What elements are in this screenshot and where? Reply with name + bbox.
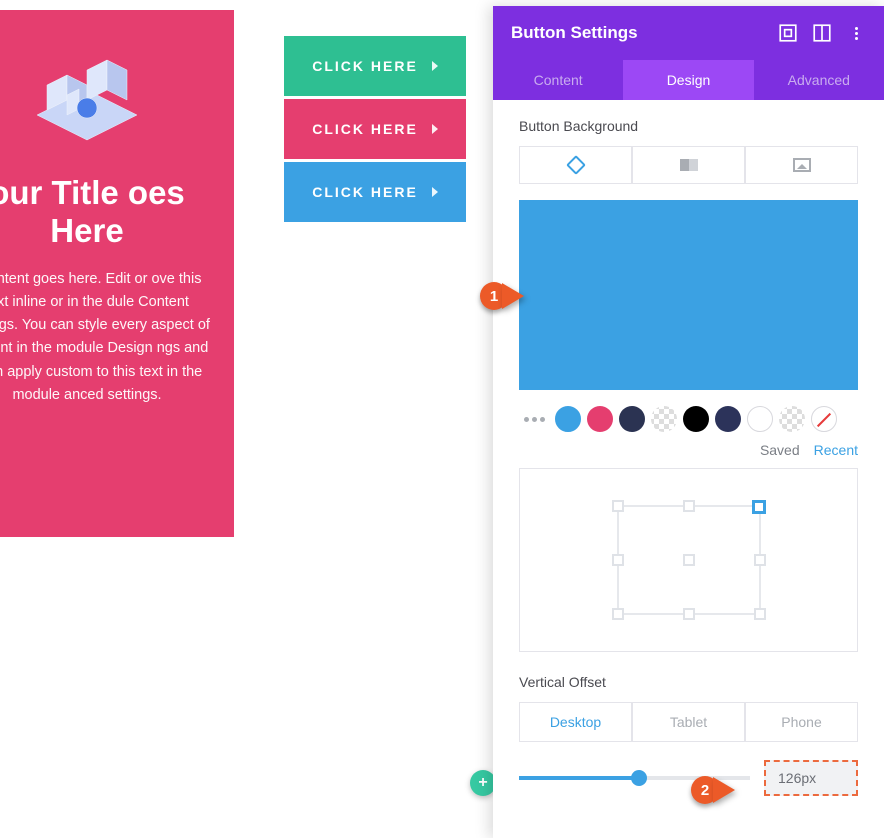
origin-bot-right[interactable] [754, 608, 766, 620]
panel-title: Button Settings [511, 23, 764, 43]
settings-panel: Button Settings Content Design Advanced … [493, 6, 884, 838]
resp-tablet[interactable]: Tablet [632, 702, 745, 742]
transform-origin-picker [519, 468, 858, 652]
palette-saved[interactable]: Saved [760, 442, 800, 458]
origin-top-center[interactable] [683, 500, 695, 512]
panel-header: Button Settings [493, 6, 884, 60]
tab-advanced[interactable]: Advanced [754, 60, 884, 100]
callout-arrow-icon [502, 283, 524, 309]
offset-value-text: 126px [778, 770, 816, 786]
origin-top-left[interactable] [612, 500, 624, 512]
cta-button-3[interactable]: CLICK HERE [284, 162, 466, 222]
feature-card: our Title oes Here r content goes here. … [0, 10, 234, 537]
callout-1: 1 [480, 282, 508, 310]
offset-value-input[interactable]: 126px [764, 760, 858, 796]
isometric-city-icon [17, 50, 157, 150]
card-body: r content goes here. Edit or ove this te… [0, 268, 210, 407]
origin-mid-right[interactable] [754, 554, 766, 566]
swatch-none[interactable] [811, 406, 837, 432]
panel-body: Button Background Saved Recent [493, 100, 884, 814]
callout-arrow-icon [713, 777, 735, 803]
swatch-transparent-1[interactable] [651, 406, 677, 432]
fill-icon [566, 155, 586, 175]
origin-top-right-selected[interactable] [752, 500, 766, 514]
more-options-icon[interactable] [846, 23, 866, 43]
resp-phone[interactable]: Phone [745, 702, 858, 742]
background-type-tabs [519, 146, 858, 184]
swatch-transparent-2[interactable] [779, 406, 805, 432]
more-palettes-icon[interactable] [519, 417, 549, 422]
page-canvas: our Title oes Here r content goes here. … [0, 0, 493, 838]
origin-mid-left[interactable] [612, 554, 624, 566]
bg-image-tab[interactable] [745, 146, 858, 184]
slider-fill [519, 776, 639, 780]
tab-design[interactable]: Design [623, 60, 753, 100]
swatch-navy[interactable] [619, 406, 645, 432]
origin-rect [617, 505, 761, 615]
responsive-tabs: Desktop Tablet Phone [519, 702, 858, 742]
palette-toggle: Saved Recent [519, 442, 858, 458]
resp-desktop[interactable]: Desktop [519, 702, 632, 742]
swatch-pink[interactable] [587, 406, 613, 432]
bg-gradient-tab[interactable] [632, 146, 745, 184]
card-title: our Title oes Here [0, 174, 210, 250]
tab-content[interactable]: Content [493, 60, 623, 100]
image-icon [793, 158, 811, 172]
swatch-blue[interactable] [555, 406, 581, 432]
vertical-offset-label: Vertical Offset [519, 674, 858, 690]
origin-mid-center[interactable] [683, 554, 695, 566]
expand-icon[interactable] [778, 23, 798, 43]
cta-button-1[interactable]: CLICK HERE [284, 36, 466, 96]
chevron-right-icon [432, 124, 438, 134]
offset-slider-row: 126px [519, 760, 858, 796]
origin-bot-center[interactable] [683, 608, 695, 620]
palette-recent[interactable]: Recent [814, 442, 858, 458]
cta-label: CLICK HERE [312, 58, 418, 74]
origin-bot-left[interactable] [612, 608, 624, 620]
bg-color-tab[interactable] [519, 146, 632, 184]
color-preview[interactable] [519, 200, 858, 390]
palette-row [519, 406, 858, 432]
cta-column: CLICK HERE CLICK HERE CLICK HERE [284, 36, 466, 225]
chevron-right-icon [432, 61, 438, 71]
cta-label: CLICK HERE [312, 184, 418, 200]
chevron-right-icon [432, 187, 438, 197]
panel-tabs: Content Design Advanced [493, 60, 884, 100]
callout-2: 2 [691, 776, 719, 804]
cta-button-2[interactable]: CLICK HERE [284, 99, 466, 159]
background-label: Button Background [519, 118, 858, 134]
swatch-darknavy[interactable] [715, 406, 741, 432]
plus-icon: + [478, 774, 487, 792]
swatch-black[interactable] [683, 406, 709, 432]
dock-icon[interactable] [812, 23, 832, 43]
cta-label: CLICK HERE [312, 121, 418, 137]
swatch-white[interactable] [747, 406, 773, 432]
gradient-icon [680, 159, 698, 171]
slider-thumb[interactable] [631, 770, 647, 786]
